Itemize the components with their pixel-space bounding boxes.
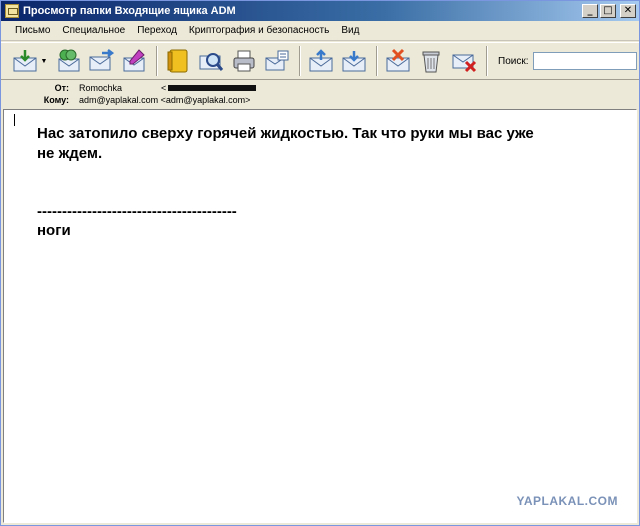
to-address[interactable]: adm@yaplakal.com <adm@yaplakal.com> <box>79 95 250 105</box>
chevron-down-icon[interactable]: ▼ <box>40 47 48 75</box>
search-input[interactable] <box>532 52 637 70</box>
delete-button[interactable] <box>417 47 445 75</box>
get-mail-button[interactable] <box>11 47 39 75</box>
get-mail-icon <box>13 50 37 72</box>
toolbar-separator <box>376 46 378 76</box>
from-label: От: <box>54 83 69 93</box>
print-button[interactable] <box>230 47 258 75</box>
mark-junk-button[interactable] <box>384 47 412 75</box>
toolbar-separator <box>156 46 158 76</box>
from-address[interactable]: < <box>161 83 166 93</box>
message-line-1: Нас затопило сверху горячей жидкостью. Т… <box>37 125 534 142</box>
message-headers: От: Romochka < Кому: adm@yaplakal.com <a… <box>5 81 635 107</box>
reply-all-button[interactable] <box>54 47 82 75</box>
mail-window: Просмотр папки Входящие ящика ADM _ □ ✕ … <box>0 0 640 526</box>
address-book-button[interactable] <box>164 47 192 75</box>
toolbar-separator <box>299 46 301 76</box>
maximize-button[interactable]: □ <box>600 4 616 18</box>
message-body[interactable]: Нас затопило сверху горячей жидкостью. Т… <box>3 109 637 523</box>
magnifier-icon <box>199 53 224 71</box>
title-bar[interactable]: Просмотр папки Входящие ящика ADM _ □ ✕ <box>1 1 639 21</box>
message-line-2: не ждем. <box>37 145 103 162</box>
printer-icon <box>233 50 255 72</box>
forward-button[interactable] <box>87 47 115 75</box>
message-divider: ---------------------------------------- <box>37 203 237 220</box>
text-caret <box>14 114 15 126</box>
toolbar: ▼ Поиск: <box>1 42 639 80</box>
previous-message-icon <box>309 49 333 72</box>
window-controls: _ □ ✕ <box>582 4 636 18</box>
search-label: Поиск: <box>498 55 529 67</box>
menu-bar: Письмо Специальное Переход Криптография … <box>1 21 639 41</box>
new-message-icon <box>123 49 145 72</box>
from-name[interactable]: Romochka <box>79 83 161 93</box>
from-row: От: Romochka < <box>5 82 257 94</box>
compose-button[interactable] <box>263 47 291 75</box>
next-message-button[interactable] <box>340 47 368 75</box>
message-signature: ноги <box>37 222 71 239</box>
junk-icon <box>386 48 410 72</box>
close-button[interactable]: ✕ <box>620 4 636 18</box>
redacted-address <box>168 85 257 91</box>
address-book-icon <box>167 49 188 73</box>
delete-message-button[interactable] <box>450 47 478 75</box>
menu-crypto[interactable]: Криптография и безопасность <box>183 25 335 36</box>
new-message-button[interactable] <box>120 47 148 75</box>
menu-view[interactable]: Вид <box>335 25 365 36</box>
forward-icon <box>89 49 114 71</box>
minimize-button[interactable]: _ <box>582 4 598 18</box>
toolbar-separator <box>486 46 488 76</box>
to-label: Кому: <box>43 95 69 105</box>
reply-all-icon <box>58 49 80 72</box>
folder-view-icon <box>5 4 19 18</box>
menu-special[interactable]: Специальное <box>56 25 131 36</box>
previous-message-button[interactable] <box>307 47 335 75</box>
next-message-icon <box>342 51 366 72</box>
menu-letter[interactable]: Письмо <box>1 25 56 36</box>
window-title: Просмотр папки Входящие ящика ADM <box>23 5 236 17</box>
compose-icon <box>265 50 289 71</box>
menu-go[interactable]: Переход <box>131 25 183 36</box>
search-messages-button[interactable] <box>197 47 225 75</box>
to-row: Кому: adm@yaplakal.com <adm@yaplakal.com… <box>5 94 251 106</box>
trash-icon <box>422 51 440 73</box>
delete-message-icon <box>452 54 477 73</box>
site-watermark: YAPLAKAL.COM <box>516 494 618 508</box>
